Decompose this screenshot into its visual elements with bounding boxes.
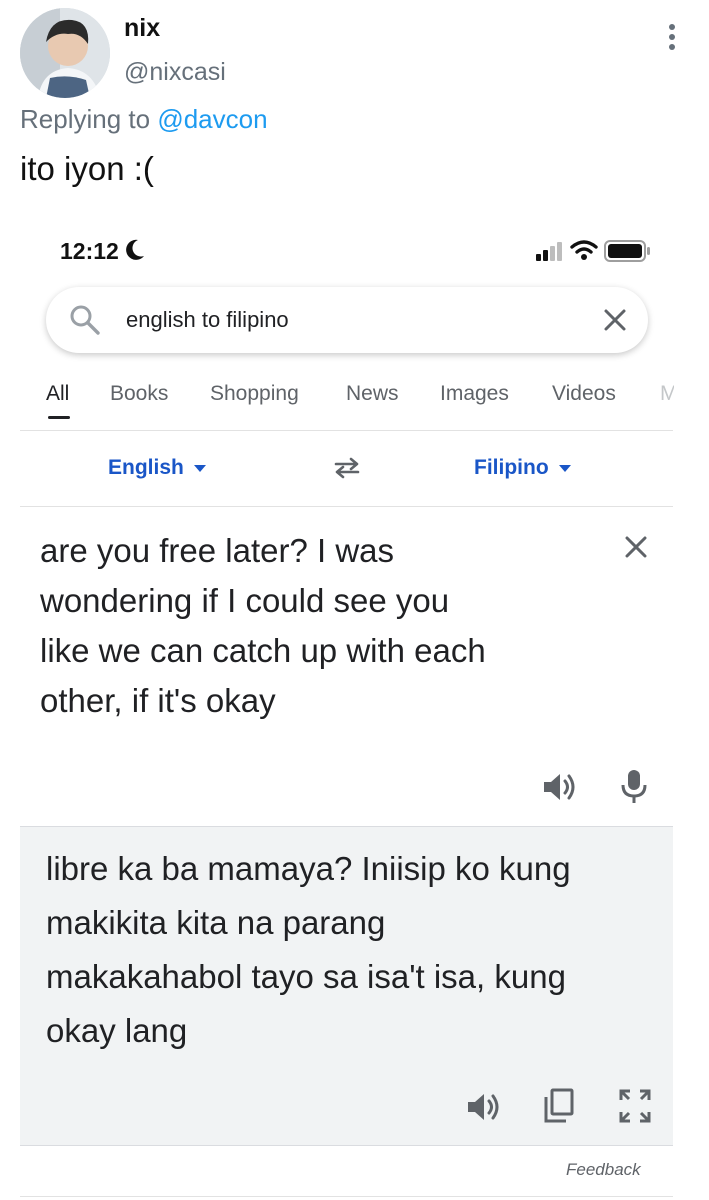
battery-icon xyxy=(604,240,652,262)
avatar[interactable] xyxy=(20,8,110,98)
tab-shopping[interactable]: Shopping xyxy=(210,382,299,406)
source-language-label: English xyxy=(108,456,184,479)
tab-more[interactable]: M xyxy=(660,382,674,406)
active-tab-indicator xyxy=(48,416,70,419)
speaker-icon[interactable] xyxy=(542,770,578,804)
target-language-label: Filipino xyxy=(474,456,549,479)
tab-news[interactable]: News xyxy=(346,382,399,406)
result-text-line: makakahabol tayo sa isa't isa, kung xyxy=(46,958,566,995)
tab-images[interactable]: Images xyxy=(440,382,509,406)
fullscreen-icon[interactable] xyxy=(618,1088,652,1124)
source-text-line: other, if it's okay xyxy=(40,682,276,719)
status-time: 12:12 xyxy=(60,238,119,264)
result-text-line: okay lang xyxy=(46,1012,188,1049)
more-vertical-icon[interactable] xyxy=(660,22,684,52)
user-handle[interactable]: @nixcasi xyxy=(124,58,226,87)
tab-all[interactable]: All xyxy=(46,382,69,406)
tabs-divider xyxy=(20,430,673,431)
cellular-signal-icon xyxy=(536,241,564,261)
close-icon[interactable] xyxy=(622,533,650,561)
swap-icon[interactable] xyxy=(332,455,362,479)
search-icon[interactable] xyxy=(68,303,102,337)
translation-result-text: libre ka ba mamaya? Iniisip ko kung maki… xyxy=(46,842,646,1058)
result-text-line: makikita kita na parang xyxy=(46,904,386,941)
source-text-input[interactable]: are you free later? I was wondering if I… xyxy=(40,526,600,726)
microphone-icon[interactable] xyxy=(620,768,648,806)
reply-mention-link[interactable]: @davcon xyxy=(157,104,267,134)
reply-context: Replying to @davcon xyxy=(20,104,268,135)
tweet-text: ito iyon :( xyxy=(20,150,154,187)
search-input[interactable] xyxy=(126,303,586,337)
copy-icon[interactable] xyxy=(542,1088,576,1124)
source-language-select[interactable]: English xyxy=(108,456,206,480)
source-text-line: wondering if I could see you xyxy=(40,582,450,619)
close-icon[interactable] xyxy=(600,305,630,335)
wifi-icon xyxy=(570,239,598,261)
tab-books[interactable]: Books xyxy=(110,382,168,406)
chevron-down-icon xyxy=(558,464,571,472)
display-name[interactable]: nix xyxy=(124,14,160,43)
result-text-line: libre ka ba mamaya? Iniisip ko kung xyxy=(46,850,571,887)
feedback-link[interactable]: Feedback xyxy=(566,1160,641,1180)
target-language-select[interactable]: Filipino xyxy=(474,456,571,480)
source-text-line: are you free later? I was xyxy=(40,532,395,569)
tab-videos[interactable]: Videos xyxy=(552,382,616,406)
source-text-line: like we can catch up with each xyxy=(40,632,486,669)
reply-prefix: Replying to xyxy=(20,104,151,134)
speaker-icon[interactable] xyxy=(466,1090,502,1124)
chevron-down-icon xyxy=(193,464,206,472)
moon-icon xyxy=(124,238,146,262)
language-divider xyxy=(20,506,673,507)
bottom-divider xyxy=(20,1196,673,1197)
